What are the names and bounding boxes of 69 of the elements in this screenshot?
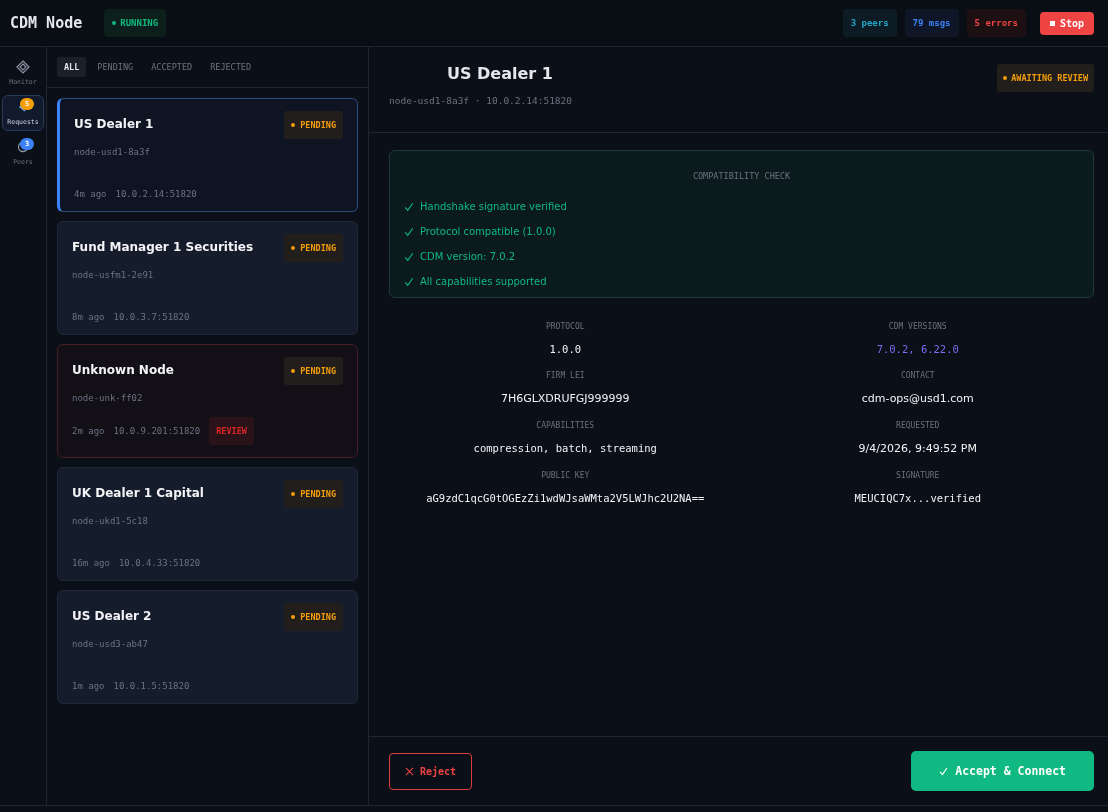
node-id: node-usd1-8a3f: [74, 147, 151, 157]
filter-tab[interactable]: ALL: [57, 57, 87, 77]
node-address: 10.0.1.5:51820: [113, 681, 190, 691]
field-value: 7.0.2, 6.22.0: [876, 343, 959, 355]
stat-badge: 5 errors: [966, 9, 1026, 37]
peer-name: US Dealer 1: [446, 64, 554, 83]
request-card[interactable]: US Dealer 1 PENDING node-usd1-8a3f 4m ago 10.0.2.14:51820: [57, 98, 358, 212]
reject-button[interactable]: Reject: [389, 752, 473, 790]
request-age: 16m ago: [72, 558, 110, 568]
field-value: 9/4/2026, 9:49:52 PM: [858, 442, 977, 455]
app-title: CDM Node: [10, 14, 83, 32]
request-card[interactable]: US Dealer 2 PENDING node-usd3-ab47 1m ago 10.0.1.5:51820: [57, 590, 358, 704]
node-name: US Dealer 1: [74, 117, 154, 131]
node-id: node-usfm1-2e91: [72, 270, 155, 280]
field-value: aG9zdC1qcG0tOGEzZi1wdWJsaWMta2V5LWJhc2U2NA==: [426, 492, 705, 504]
stat-badge: 79 msgs: [904, 9, 959, 37]
request-card[interactable]: UK Dealer 1 Capital PENDING node-ukd1-5c18 16m ago 10.0.4.33:51820: [57, 467, 358, 581]
request-age: 4m ago: [74, 189, 107, 199]
request-age: 1m ago: [72, 681, 105, 691]
field-label: REQUESTED: [896, 421, 940, 430]
node-id: node-unk-ff02: [72, 393, 144, 403]
field-value: 1.0.0: [549, 343, 582, 355]
request-card[interactable]: Fund Manager 1 Securities PENDING node-usfm1-2e91 8m ago 10.0.3.7:51820: [57, 221, 358, 335]
request-age: 8m ago: [72, 312, 105, 322]
field-value: compression, batch, streaming: [473, 442, 657, 454]
status-badge: PENDING: [284, 357, 343, 385]
status-badge: RUNNING: [104, 9, 167, 37]
field-label: PUBLIC KEY: [541, 471, 590, 480]
filter-tab[interactable]: REJECTED: [203, 57, 259, 77]
peer-subtitle: node-usd1-8a3f · 10.0.2.14:51820: [389, 95, 573, 106]
diamond-icon: [16, 60, 30, 74]
status-badge: PENDING: [284, 234, 343, 262]
status-badge: PENDING: [284, 603, 343, 631]
field-label: FIRM LEI: [546, 371, 585, 380]
filter-tab[interactable]: ACCEPTED: [144, 57, 200, 77]
node-address: 10.0.9.201:51820: [113, 426, 201, 436]
node-name: Unknown Node: [72, 363, 174, 377]
check-item: Handshake signature verified: [420, 201, 567, 212]
stop-button[interactable]: Stop: [1039, 11, 1094, 35]
field-label: CDM VERSIONS: [888, 322, 947, 331]
node-name: US Dealer 2: [72, 609, 152, 623]
check-item: CDM version: 7.0.2: [420, 251, 516, 262]
status-badge: PENDING: [284, 480, 343, 508]
node-id: node-usd3-ab47: [72, 639, 149, 649]
review-badge: REVIEW: [209, 417, 254, 445]
check-item: Protocol compatible (1.0.0): [420, 226, 556, 237]
field-value: 7H6GLXDRUFGJ999999: [500, 392, 630, 405]
node-address: 10.0.2.14:51820: [115, 189, 197, 199]
stat-badge: 3 peers: [842, 9, 897, 37]
close-icon: [405, 766, 414, 776]
node-address: 10.0.3.7:51820: [113, 312, 190, 322]
status-badge: PENDING: [284, 111, 343, 139]
status-badge: AWAITING REVIEW: [997, 64, 1094, 92]
field-label: SIGNATURE: [896, 471, 940, 480]
node-id: node-ukd1-5c18: [72, 516, 149, 526]
field-label: CONTACT: [900, 371, 935, 380]
node-name: Fund Manager 1 Securities: [72, 240, 254, 254]
check-item: All capabilities supported: [420, 276, 547, 287]
node-address: 10.0.4.33:51820: [118, 558, 201, 568]
node-name: UK Dealer 1 Capital: [72, 486, 204, 500]
check-icon: [939, 766, 949, 776]
request-age: 2m ago: [72, 426, 105, 436]
panel-title: COMPATIBILITY CHECK: [691, 171, 792, 181]
field-label: CAPABILITIES: [536, 421, 595, 430]
field-value: MEUCIQC7x...verified: [854, 492, 981, 504]
request-card[interactable]: Unknown Node PENDING node-unk-ff02 2m ago 10.0.9.201:51820 REVIEW: [57, 344, 358, 458]
field-value: cdm-ops@usd1.com: [861, 392, 974, 405]
field-label: PROTOCOL: [546, 322, 585, 331]
filter-tab[interactable]: PENDING: [90, 57, 141, 77]
